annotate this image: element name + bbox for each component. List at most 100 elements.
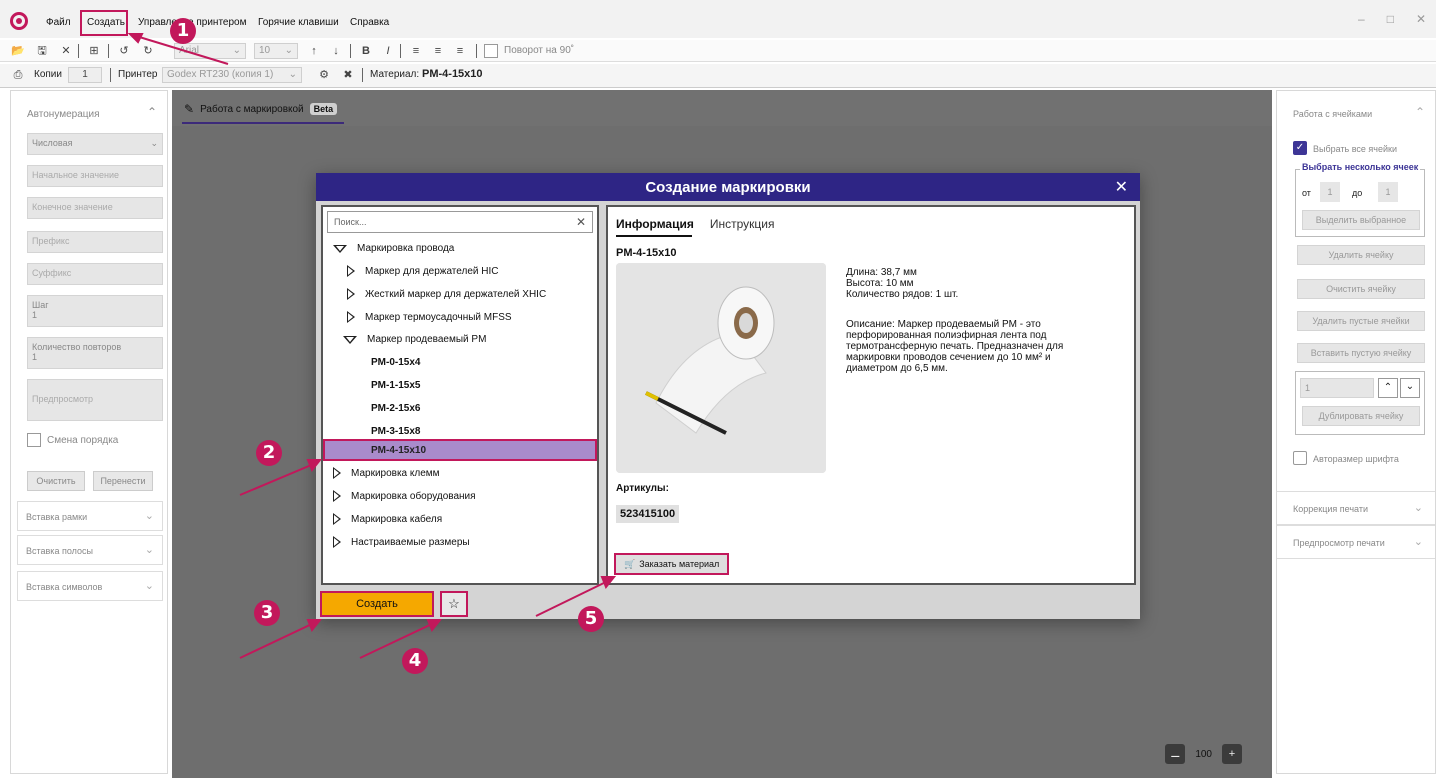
tree-item-cable[interactable]: Маркировка кабеля	[333, 513, 442, 525]
align-right-icon[interactable]: ≡	[452, 43, 468, 59]
close-doc-icon[interactable]: ✕	[58, 43, 74, 59]
search-input[interactable]: Поиск... ✕	[327, 211, 593, 233]
tools-icon[interactable]: ✖	[340, 67, 356, 83]
dialog-body: Поиск... ✕ Маркировка провода Маркер для…	[316, 201, 1140, 619]
range-group: Выбрать несколько ячеек от 1 до 1 Выдели…	[1295, 162, 1425, 237]
tree-item-xhic[interactable]: Жесткий маркер для держателей XHIC	[347, 288, 546, 300]
copies-input[interactable]: 1	[68, 67, 102, 83]
suffix-input[interactable]: Суффикс	[27, 263, 163, 285]
numbering-type-select[interactable]: Числовая ⌄	[27, 133, 163, 155]
arrow-down-icon[interactable]: ↓	[328, 43, 344, 59]
zoom-in-icon[interactable]: +	[1222, 744, 1242, 764]
insert-symbols-section[interactable]: Вставка символов ⌄	[17, 571, 163, 601]
close-window-icon[interactable]: ✕	[1416, 12, 1426, 26]
insert-empty-button[interactable]: Вставить пустую ячейку	[1297, 343, 1425, 363]
tree-leaf-pm3[interactable]: PM-3-15x8	[371, 426, 420, 437]
autonumbering-panel: Автонумерация ⌃ Числовая ⌄ Начальное знач…	[10, 90, 168, 774]
end-value-input[interactable]: Конечное значение	[27, 197, 163, 219]
font-select[interactable]: Arial ⌄	[174, 43, 246, 59]
menu-help[interactable]: Справка	[350, 17, 389, 28]
expanded-icon	[343, 335, 357, 344]
create-button[interactable]: Создать	[320, 591, 434, 617]
step-input[interactable]: Шаг 1	[27, 295, 163, 327]
minimize-icon[interactable]: –	[1358, 12, 1365, 26]
to-input[interactable]: 1	[1378, 182, 1398, 202]
tree-leaf-pm4-selected[interactable]: PM-4-15x10	[323, 439, 597, 461]
duplicate-button[interactable]: Дублировать ячейку	[1302, 406, 1420, 426]
prefix-input[interactable]: Префикс	[27, 231, 163, 253]
print-preview-section[interactable]: Предпросмотр печати ⌄	[1277, 525, 1435, 559]
from-input[interactable]: 1	[1320, 182, 1340, 202]
tree-item-equipment[interactable]: Маркировка оборудования	[333, 490, 476, 502]
undo-icon[interactable]: ↺	[116, 43, 132, 59]
print-correction-section[interactable]: Коррекция печати ⌄	[1277, 491, 1435, 525]
chevron-up-icon[interactable]: ⌃	[147, 105, 157, 119]
duplicate-count-input[interactable]: 1	[1300, 378, 1374, 398]
chevron-up-icon[interactable]: ⌃	[1378, 378, 1398, 398]
font-size-select[interactable]: 10 ⌄	[254, 43, 298, 59]
menu-file[interactable]: Файл	[46, 17, 71, 28]
gear-icon[interactable]: ⚙	[316, 67, 332, 83]
tab-label: Работа с маркировкой	[200, 103, 304, 115]
tree-item-hic[interactable]: Маркер для держателей HIC	[347, 265, 499, 277]
close-icon[interactable]: ✕	[1115, 177, 1128, 197]
tree-leaf-pm1[interactable]: PM-1-15x5	[371, 380, 420, 391]
tree-label: Маркировка клемм	[351, 467, 440, 479]
italic-icon[interactable]: I	[380, 43, 396, 59]
insert-stripe-section[interactable]: Вставка полосы ⌄	[17, 535, 163, 565]
tree-leaf-pm0[interactable]: PM-0-15x4	[371, 357, 420, 368]
redo-icon[interactable]: ↻	[140, 43, 156, 59]
printer-select[interactable]: Godex RT230 (копия 1) ⌄	[162, 67, 302, 83]
zoom-out-icon[interactable]: ⚊	[1165, 744, 1186, 764]
insert-frame-section[interactable]: Вставка рамки ⌄	[17, 501, 163, 531]
favorite-star-icon[interactable]: ☆	[440, 591, 468, 617]
rows-value: Количество рядов: 1 шт.	[846, 289, 959, 300]
collapsed-icon	[333, 513, 341, 525]
font-value: Arial	[179, 45, 200, 56]
tree-item-pm[interactable]: Маркер продеваемый PM	[343, 334, 486, 345]
tree-label: Маркировка кабеля	[351, 513, 443, 525]
order-swap-checkbox[interactable]	[27, 433, 41, 447]
rotate-checkbox[interactable]	[484, 44, 498, 58]
delete-cell-button[interactable]: Удалить ячейку	[1297, 245, 1425, 265]
zoom-controls: ⚊ 100 +	[1165, 744, 1242, 764]
annotation-badge-5: 5	[578, 606, 604, 632]
clear-cell-button[interactable]: Очистить ячейку	[1297, 279, 1425, 299]
menu-hotkeys[interactable]: Горячие клавиши	[258, 17, 339, 28]
select-all-checkbox[interactable]: ✓	[1293, 141, 1307, 155]
printer-icon[interactable]: ⎙	[10, 67, 26, 83]
annotation-badge-2: 2	[256, 440, 282, 466]
align-center-icon[interactable]: ≡	[430, 43, 446, 59]
to-label: до	[1352, 188, 1363, 198]
panel-title: Работа с ячейками	[1293, 109, 1373, 119]
delete-empty-button[interactable]: Удалить пустые ячейки	[1297, 311, 1425, 331]
open-folder-icon[interactable]: 📂	[10, 43, 26, 59]
tree-item-custom[interactable]: Настраиваемые размеры	[333, 536, 470, 548]
product-info-panel: Информация Инструкция PM-4-15x10 Длина: …	[606, 205, 1136, 585]
order-material-button[interactable]: 🛒 Заказать материал	[614, 553, 730, 575]
tab-marking[interactable]: ✎ Работа с маркировкой Beta	[184, 102, 338, 116]
transfer-button[interactable]: Перенести	[93, 471, 153, 491]
autosize-checkbox[interactable]	[1293, 451, 1307, 465]
arrow-up-icon[interactable]: ↑	[306, 43, 322, 59]
tree-item-terminals[interactable]: Маркировка клемм	[333, 467, 440, 479]
chevron-down-icon[interactable]: ⌄	[1400, 378, 1420, 398]
tree-item-mfss[interactable]: Маркер термоусадочный MFSS	[347, 311, 512, 323]
save-icon[interactable]: 🖫	[34, 43, 50, 59]
select-chosen-button[interactable]: Выделить выбранное	[1302, 210, 1420, 230]
chevron-up-icon[interactable]: ⌃	[1415, 105, 1425, 119]
table-icon[interactable]: ⊞	[86, 43, 102, 59]
bold-icon[interactable]: B	[358, 43, 374, 59]
start-value-input[interactable]: Начальное значение	[27, 165, 163, 187]
tab-instruction[interactable]: Инструкция	[710, 217, 775, 231]
repeat-count-input[interactable]: Количество повторов 1	[27, 337, 163, 369]
tree-leaf-pm2[interactable]: PM-2-15x6	[371, 403, 420, 414]
maximize-icon[interactable]: □	[1387, 12, 1394, 26]
cells-panel: Работа с ячейками ⌃ ✓ Выбрать все ячейки…	[1276, 90, 1436, 774]
tab-information[interactable]: Информация	[616, 217, 694, 231]
align-left-icon[interactable]: ≡	[408, 43, 424, 59]
tree-item-wire[interactable]: Маркировка провода	[333, 243, 454, 254]
clear-search-icon[interactable]: ✕	[576, 215, 586, 229]
section-label: Предпросмотр печати	[1293, 538, 1385, 548]
clear-button[interactable]: Очистить	[27, 471, 85, 491]
